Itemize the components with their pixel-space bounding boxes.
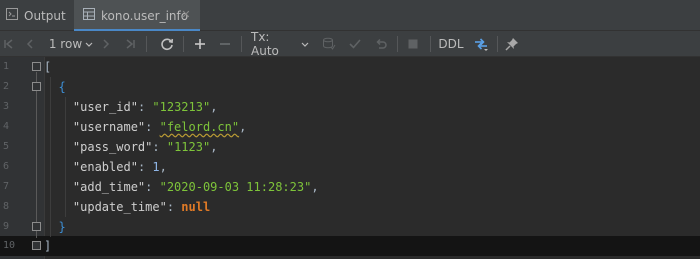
fold-toggle-icon[interactable] bbox=[32, 82, 41, 91]
tab-kono-user-info[interactable]: kono.user_info ✕ bbox=[74, 0, 200, 32]
close-icon[interactable]: ✕ bbox=[180, 9, 192, 21]
toolbar-divider bbox=[397, 36, 398, 52]
json-value: "2020-09-03 11:28:23" bbox=[159, 180, 312, 194]
refresh-icon[interactable] bbox=[157, 31, 177, 57]
rollback-icon[interactable] bbox=[372, 31, 390, 57]
previous-page-icon[interactable] bbox=[22, 31, 38, 57]
ddl-label: DDL bbox=[438, 37, 464, 51]
add-row-icon[interactable] bbox=[191, 31, 209, 57]
transaction-mode-dropdown[interactable]: Tx: Auto bbox=[251, 30, 309, 58]
toolbar-divider bbox=[183, 36, 184, 52]
submit-icon[interactable] bbox=[346, 31, 364, 57]
fold-guide bbox=[36, 72, 37, 238]
line-number: 7 bbox=[3, 181, 10, 192]
output-icon bbox=[6, 8, 18, 23]
json-key: "enabled" bbox=[72, 160, 138, 174]
line-number: 10 bbox=[3, 240, 16, 251]
line-number: 1 bbox=[3, 61, 10, 72]
line-number: 4 bbox=[3, 121, 10, 132]
toolbar-divider bbox=[497, 36, 498, 52]
open-brace: { bbox=[58, 80, 66, 94]
line-number: 8 bbox=[3, 201, 10, 212]
code-line: "update_time": null bbox=[72, 200, 211, 214]
json-editor[interactable]: 1 2 3 4 5 6 7 8 9 10 [ { "user_id": "123… bbox=[0, 57, 700, 259]
table-icon bbox=[83, 8, 95, 23]
last-page-icon[interactable] bbox=[122, 31, 138, 57]
stop-icon[interactable] bbox=[404, 31, 422, 57]
rows-label: 1 row bbox=[48, 37, 83, 51]
json-value: "felord.cn" bbox=[159, 120, 240, 134]
code-line: [ bbox=[44, 57, 700, 77]
line-number: 6 bbox=[3, 161, 10, 172]
fold-toggle-icon[interactable] bbox=[32, 62, 41, 71]
fold-toggle-icon[interactable] bbox=[32, 241, 41, 250]
next-page-icon[interactable] bbox=[98, 31, 114, 57]
json-value: "1123" bbox=[166, 140, 211, 154]
ddl-button[interactable]: DDL bbox=[436, 31, 466, 57]
code-line: "add_time": "2020-09-03 11:28:23", bbox=[72, 180, 319, 194]
toolbar-divider bbox=[430, 36, 431, 52]
line-number: 2 bbox=[3, 81, 10, 92]
line-number: 9 bbox=[3, 221, 10, 232]
code-line: "enabled": 1, bbox=[72, 160, 167, 174]
json-value: null bbox=[181, 200, 211, 214]
line-number: 5 bbox=[3, 141, 10, 152]
chevron-down-icon bbox=[301, 37, 309, 51]
tab-active-label: kono.user_info bbox=[101, 8, 189, 23]
chevron-down-icon bbox=[85, 37, 93, 51]
open-bracket: [ bbox=[44, 60, 52, 74]
close-brace: } bbox=[58, 220, 66, 234]
close-bracket: ] bbox=[44, 239, 52, 253]
toolbar-divider bbox=[146, 36, 147, 52]
line-number: 3 bbox=[3, 101, 10, 112]
tab-bar: Output kono.user_info ✕ bbox=[0, 0, 700, 32]
tab-output[interactable]: Output bbox=[6, 0, 66, 31]
db-commit-icon[interactable] bbox=[320, 31, 338, 57]
json-key: "update_time" bbox=[72, 200, 167, 214]
code-line: ] bbox=[44, 236, 700, 256]
tx-label: Tx: Auto bbox=[251, 30, 279, 58]
compare-arrows-icon[interactable] bbox=[470, 31, 492, 57]
json-value: 1 bbox=[152, 160, 160, 174]
json-key: "username" bbox=[72, 120, 146, 134]
code-line: "username": "felord.cn", bbox=[72, 120, 247, 134]
json-value: "123213" bbox=[152, 100, 211, 114]
first-page-icon[interactable] bbox=[2, 31, 16, 57]
results-toolbar: 1 row Tx: Auto DDL bbox=[0, 30, 700, 58]
fold-toggle-icon[interactable] bbox=[32, 222, 41, 231]
json-key: "user_id" bbox=[72, 100, 138, 114]
pin-icon[interactable] bbox=[503, 31, 521, 57]
code-line: "user_id": "123213", bbox=[72, 100, 218, 114]
code-line: "pass_word": "1123", bbox=[72, 140, 218, 154]
toolbar-divider bbox=[241, 36, 242, 52]
rows-dropdown[interactable]: 1 row bbox=[46, 31, 96, 57]
delete-row-icon[interactable] bbox=[216, 31, 234, 57]
tab-output-label: Output bbox=[24, 8, 66, 23]
json-key: "add_time" bbox=[72, 180, 146, 194]
json-key: "pass_word" bbox=[72, 140, 153, 154]
code-line: { bbox=[44, 77, 700, 97]
code-line: } bbox=[44, 217, 700, 237]
